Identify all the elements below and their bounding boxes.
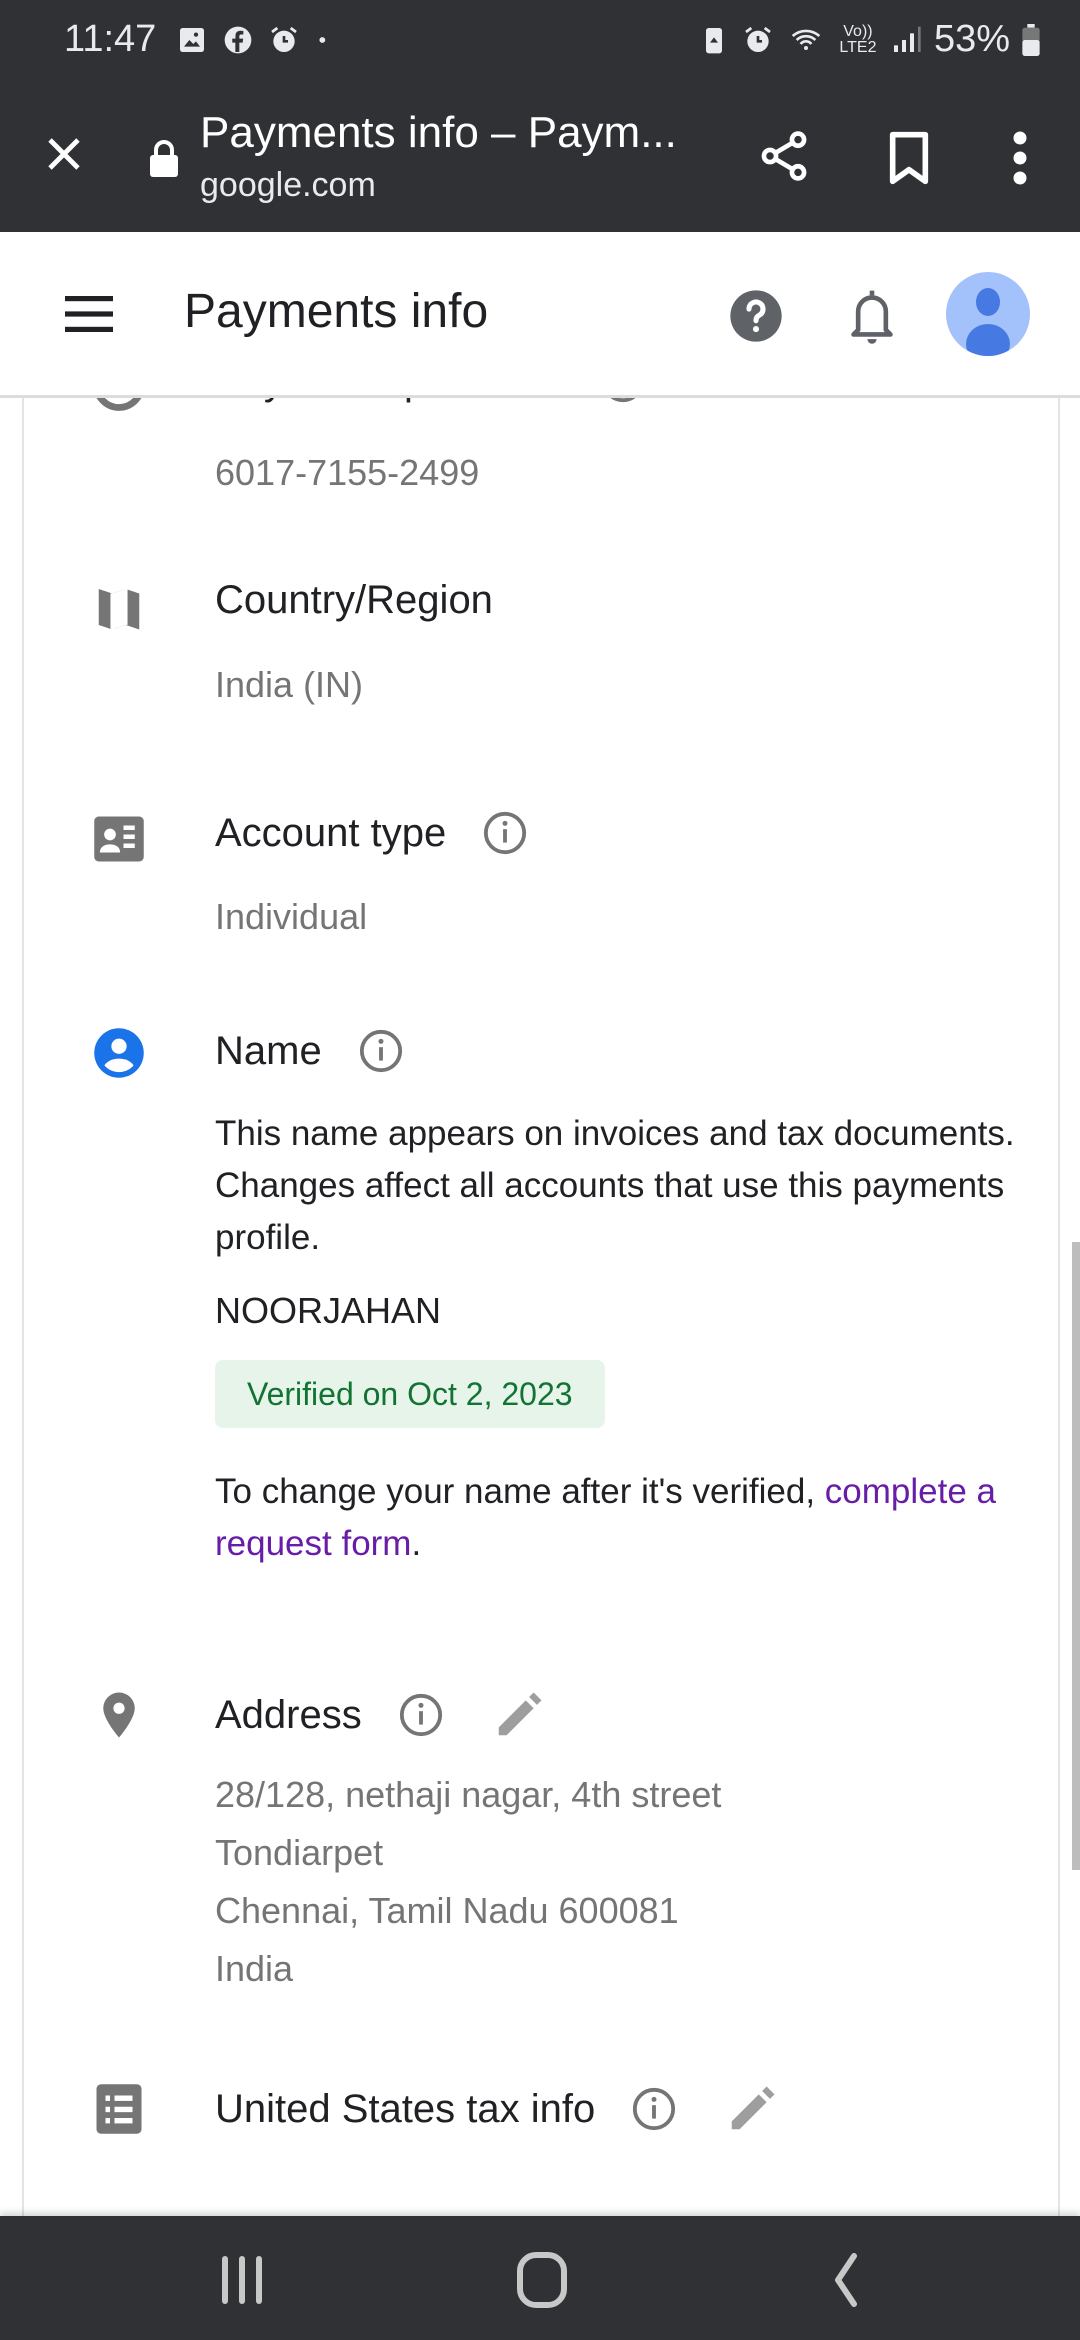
contact-card-icon (94, 816, 144, 862)
browser-url[interactable]: google.com (200, 166, 376, 205)
account-circle-icon (96, 398, 142, 411)
country-label: Country/Region (215, 578, 493, 622)
notifications-icon[interactable] (848, 286, 896, 346)
verified-badge: Verified on Oct 2, 2023 (215, 1360, 605, 1428)
payments-info-card: Payments profile ID 6017-7155-2499 Count… (22, 398, 1060, 2216)
volte-lte2-icon: Vo)) LTE2 (839, 22, 877, 56)
system-nav-bar (0, 2216, 1080, 2340)
account-avatar[interactable] (946, 272, 1030, 356)
browser-toolbar: Payments info – Paym... google.com (0, 80, 1080, 232)
name-value: NOORJAHAN (215, 1290, 442, 1331)
wifi-icon (791, 29, 821, 50)
scrollbar-thumb[interactable] (1072, 1242, 1080, 1870)
home-icon[interactable] (512, 2252, 572, 2308)
alarm-icon (745, 26, 771, 52)
location-pin-icon (103, 1692, 135, 1738)
dot-icon (319, 37, 326, 43)
country-value: India (IN) (215, 664, 364, 705)
change-note-suffix: . (411, 1524, 422, 1563)
notification-icons (176, 24, 334, 56)
map-icon (98, 589, 140, 630)
list-alt-icon (96, 2084, 142, 2134)
profile-id-label: Payments profile ID (215, 398, 564, 404)
name-description: This name appears on invoices and tax do… (215, 1114, 1015, 1257)
edit-pencil-icon[interactable] (492, 1688, 546, 1742)
gallery-icon (180, 28, 204, 52)
status-bar: 11:47 Vo)) LTE2 53% (0, 0, 1080, 80)
account-type-label: Account type (215, 810, 447, 855)
system-icons: Vo)) LTE2 53% (698, 18, 1040, 61)
change-note-text: To change your name after it's verified, (215, 1472, 825, 1511)
help-icon[interactable] (728, 288, 784, 344)
name-change-note: To change your name after it's verified,… (215, 1466, 1015, 1570)
status-time: 11:47 (64, 18, 157, 60)
content-scroll-area[interactable]: Payments profile ID 6017-7155-2499 Count… (0, 398, 1080, 2216)
alarm-icon (271, 26, 297, 52)
account-circle-icon (94, 1028, 144, 1078)
battery-percent: 53% (933, 18, 1010, 60)
name-label: Name (215, 1028, 322, 1073)
app-header: Payments info (0, 232, 1080, 398)
info-icon[interactable] (482, 810, 528, 856)
battery-saver-icon (705, 27, 722, 53)
address-line-2: Tondiarpet (215, 1832, 384, 1873)
share-icon[interactable] (756, 126, 812, 186)
close-icon[interactable] (40, 130, 88, 178)
edit-pencil-icon[interactable] (725, 2082, 779, 2136)
recents-icon[interactable] (212, 2252, 272, 2308)
page-title: Payments info (184, 285, 489, 338)
person-icon (966, 288, 1010, 356)
facebook-icon (224, 26, 252, 54)
address-label: Address (215, 1692, 362, 1737)
info-icon[interactable] (358, 1028, 404, 1074)
profile-id-value: 6017-7155-2499 (215, 452, 480, 493)
back-icon[interactable] (816, 2252, 876, 2308)
address-line-1: 28/128, nethaji nagar, 4th street (215, 1774, 722, 1815)
battery-icon (1022, 23, 1040, 56)
signal-icon (893, 26, 921, 52)
more-vert-icon[interactable] (1006, 128, 1034, 188)
info-icon[interactable] (600, 398, 646, 404)
us-tax-label: United States tax info (215, 2086, 596, 2131)
address-line-3: Chennai, Tamil Nadu 600081 (215, 1890, 679, 1931)
browser-page-title[interactable]: Payments info – Paym... (200, 108, 677, 158)
lock-icon[interactable] (148, 138, 180, 178)
info-icon[interactable] (398, 1692, 444, 1738)
address-line-4: India (215, 1948, 294, 1989)
info-icon[interactable] (631, 2086, 677, 2132)
address-lines: 28/128, nethaji nagar, 4th street Tondia… (215, 1766, 721, 1998)
account-type-value: Individual (215, 896, 368, 937)
menu-icon[interactable] (64, 294, 114, 334)
bookmark-icon[interactable] (884, 130, 934, 186)
